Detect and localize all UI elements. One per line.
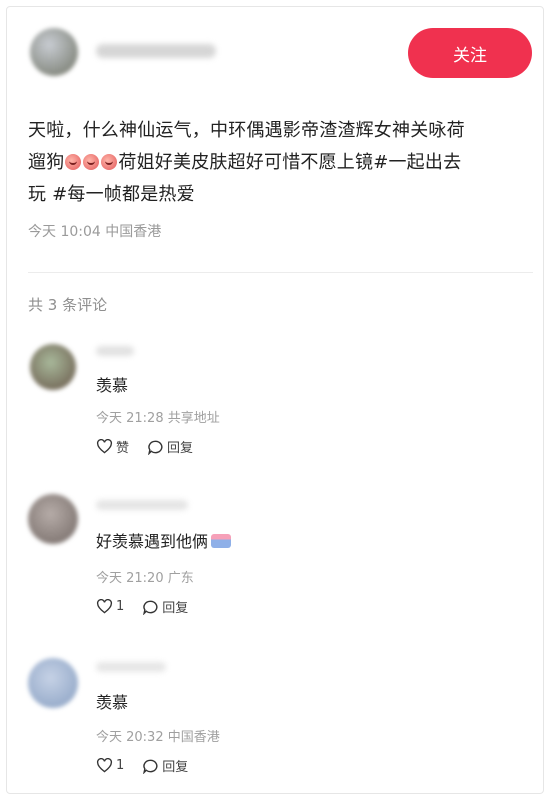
like-count: 1 [116,758,125,773]
chat-bubble-icon [148,440,163,455]
heart-icon [96,439,113,454]
commenter-avatar[interactable] [28,494,78,544]
commenter-name[interactable] [96,500,188,510]
commenter-avatar[interactable] [28,658,78,708]
post-text-line: 遛狗 荷姐好美皮肤超好可惜不愿上镜#一起出去 [28,147,528,179]
comment-count: 共 3 条评论 [28,296,108,314]
like-count: 1 [116,599,125,614]
reply-button[interactable]: 回复 [142,597,188,616]
like-button[interactable]: 1 [96,758,124,773]
comment-actions: 1 回复 [96,756,206,775]
post-meta: 今天 10:04 中国香港 [28,224,162,240]
like-label: 赞 [116,441,130,456]
comment-meta: 今天 20:32 中国香港 [96,730,220,745]
post-text-fragment: 遛狗 [28,152,65,173]
comment-text: 羡慕 [96,376,129,395]
pig-face-emoji-icon [65,154,82,170]
pig-face-emoji-icon [101,154,118,170]
sticker-emoji-icon [211,534,232,548]
commenter-name[interactable] [96,662,166,672]
comment-meta: 今天 21:28 共享地址 [96,411,220,426]
post-text-fragment: 荷姐好美皮肤超好可惜不愿上镜#一起出去 [118,152,462,173]
reply-label: 回复 [167,441,194,456]
reply-label: 回复 [162,601,189,616]
commenter-avatar[interactable] [30,344,76,390]
author-avatar[interactable] [30,28,78,76]
divider [28,272,533,273]
commenter-name[interactable] [96,346,134,356]
reply-label: 回复 [162,760,189,775]
comment-text-content: 好羡慕遇到他俩 [96,532,209,551]
like-button[interactable]: 1 [96,599,124,614]
reply-button[interactable]: 回复 [142,756,188,775]
heart-icon [96,758,113,773]
like-button[interactable]: 赞 [96,437,129,456]
pig-face-emoji-icon [83,154,100,170]
chat-bubble-icon [143,759,158,774]
comment-actions: 赞 回复 [96,437,211,456]
post-content: 天啦，什么神仙运气，中环偶遇影帝渣渣辉女神关咏荷 遛狗 荷姐好美皮肤超好可惜不愿上… [28,115,528,211]
comment-actions: 1 回复 [96,597,206,616]
post-text-line: 玩 #每一帧都是热爱 [28,184,195,205]
post-text-line: 天啦，什么神仙运气，中环偶遇影帝渣渣辉女神关咏荷 [28,120,465,141]
heart-icon [96,599,113,614]
follow-button[interactable]: 关注 [408,28,532,78]
reply-button[interactable]: 回复 [147,437,193,456]
author-name[interactable] [96,44,216,58]
comment-meta: 今天 21:20 广东 [96,571,194,586]
comment-text: 羡慕 [96,693,129,712]
chat-bubble-icon [143,600,158,615]
comment-text: 好羡慕遇到他俩 [96,528,232,552]
